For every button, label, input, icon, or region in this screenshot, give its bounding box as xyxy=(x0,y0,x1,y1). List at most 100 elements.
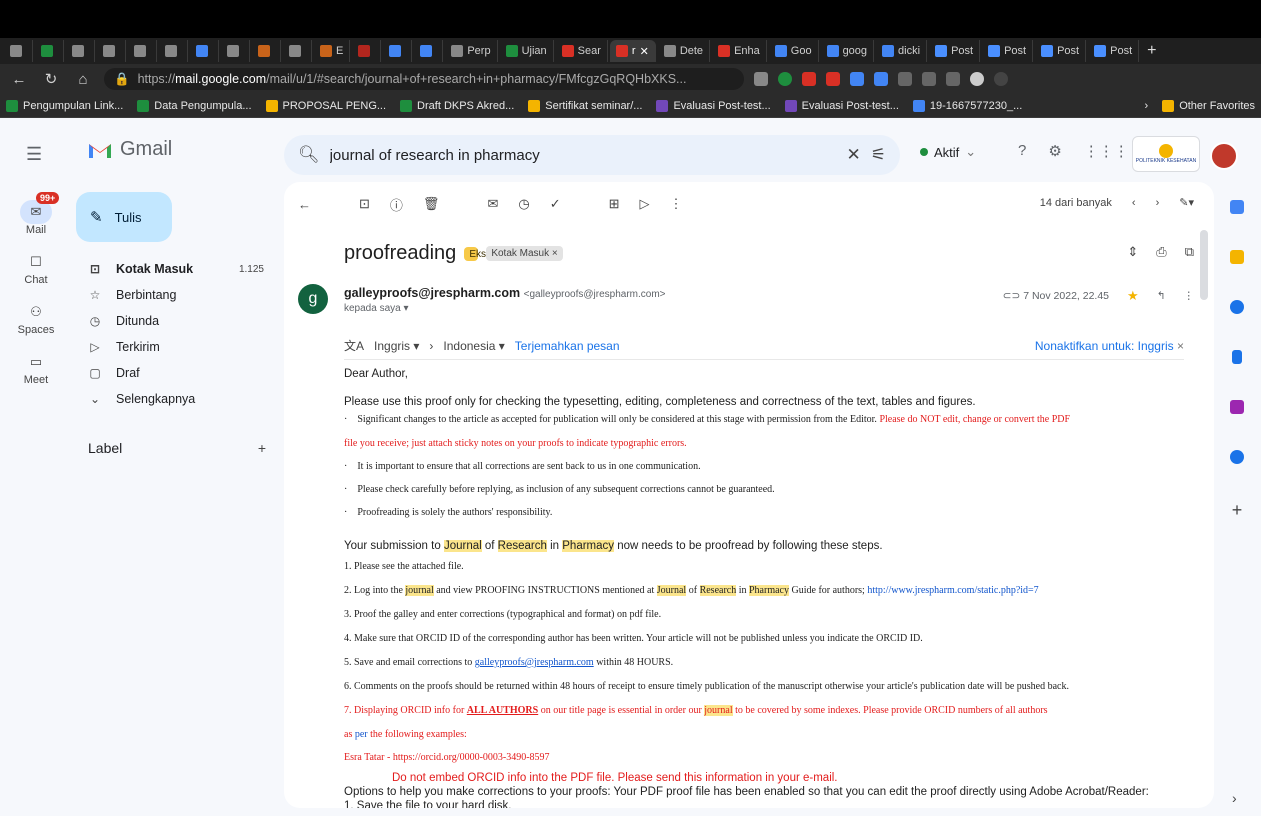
rail-item-meet[interactable]: ▭ Meet xyxy=(0,350,72,386)
open-new-window-icon[interactable]: ⧉ xyxy=(1185,244,1194,260)
bookmark-item[interactable]: Sertifikat seminar/... xyxy=(528,99,642,112)
tasks-icon[interactable] xyxy=(1230,300,1244,314)
search-bar[interactable]: 🔍︎ ✕ ⚟ xyxy=(284,135,900,175)
print-icon[interactable]: ⎙ xyxy=(1156,244,1166,260)
browser-tab[interactable] xyxy=(221,40,250,62)
clear-search-icon[interactable]: ✕ xyxy=(847,145,861,165)
disable-translation-link[interactable]: Nonaktifkan untuk: Inggris xyxy=(1035,339,1174,353)
search-icon[interactable]: 🔍︎ xyxy=(298,145,320,165)
galleyproofs-email-link[interactable]: galleyproofs@jrespharm.com xyxy=(475,657,594,668)
target-language-select[interactable]: Indonesia ▾ xyxy=(443,339,504,353)
bookmarks-overflow-icon[interactable]: › xyxy=(1145,100,1149,112)
nav-item[interactable]: ⊡ Kotak Masuk 1.125 xyxy=(76,256,276,282)
extension-icon[interactable] xyxy=(850,72,864,86)
message-more-icon[interactable]: ⋮ xyxy=(1184,290,1195,302)
browser-tab[interactable] xyxy=(190,40,219,62)
rail-item-chat[interactable]: ☐ Chat xyxy=(0,250,72,286)
browser-tab[interactable]: Post xyxy=(1035,40,1087,62)
bookmark-item[interactable]: Draft DKPS Akred... xyxy=(400,99,514,112)
extension-icon[interactable] xyxy=(946,72,960,86)
snooze-icon[interactable]: ◷ xyxy=(518,196,529,212)
sender-name[interactable]: galleyproofs@jrespharm.com xyxy=(344,286,520,300)
scrollbar-thumb[interactable] xyxy=(1200,230,1208,300)
recipient-dropdown[interactable]: kepada saya ▾ xyxy=(344,303,666,314)
expand-side-panel-icon[interactable]: › xyxy=(1232,790,1237,806)
browser-tab[interactable]: Enha xyxy=(712,40,767,62)
input-tools-icon[interactable]: ✎▾ xyxy=(1179,196,1194,209)
camera-icon[interactable] xyxy=(754,72,768,86)
extension-icon[interactable] xyxy=(802,72,816,86)
bookmark-item[interactable]: Evaluasi Post-test... xyxy=(656,99,771,112)
extension-icon[interactable] xyxy=(898,72,912,86)
add-task-icon[interactable]: ✓ xyxy=(550,196,561,212)
translate-message-link[interactable]: Terjemahkan pesan xyxy=(515,339,620,353)
browser-tab[interactable] xyxy=(252,40,281,62)
report-spam-icon[interactable]: ⓘ xyxy=(390,195,403,214)
nav-item[interactable]: ⌄ Selengkapnya xyxy=(76,386,276,412)
browser-tab[interactable] xyxy=(4,40,33,62)
bookmark-item[interactable]: Evaluasi Post-test... xyxy=(784,99,899,112)
browser-tab[interactable] xyxy=(97,40,126,62)
browser-tab[interactable] xyxy=(352,40,382,62)
nav-item[interactable]: ▢ Draf xyxy=(76,360,276,386)
browser-tab[interactable] xyxy=(66,40,95,62)
reply-icon[interactable]: ↰ xyxy=(1157,290,1166,302)
label-icon[interactable]: ▷ xyxy=(640,196,650,212)
addon-icon[interactable] xyxy=(1230,450,1244,464)
get-addons-icon[interactable]: + xyxy=(1232,500,1243,521)
bookmark-item[interactable]: Data Pengumpula... xyxy=(137,99,252,112)
apps-grid-icon[interactable]: ⋮⋮⋮ xyxy=(1084,142,1129,160)
archive-icon[interactable]: ⊡ xyxy=(359,196,370,212)
move-to-icon[interactable]: ⊞ xyxy=(609,196,620,212)
more-icon[interactable] xyxy=(994,72,1008,86)
back-icon[interactable]: ← xyxy=(8,71,30,88)
extension-icon[interactable] xyxy=(826,72,840,86)
nav-item[interactable]: ◷ Ditunda xyxy=(76,308,276,334)
newer-icon[interactable]: ‹ xyxy=(1132,197,1136,209)
reload-icon[interactable]: ↻ xyxy=(40,70,62,88)
browser-tab[interactable] xyxy=(283,40,312,62)
nav-item[interactable]: ☆ Berbintang xyxy=(76,282,276,308)
browser-tab[interactable] xyxy=(35,40,64,62)
url-field[interactable]: 🔒 https://mail.google.com/mail/u/1/#sear… xyxy=(104,68,744,90)
keep-icon[interactable] xyxy=(1230,250,1244,264)
new-tab-icon[interactable]: + xyxy=(1147,42,1156,60)
nav-item[interactable]: ▷ Terkirim xyxy=(76,334,276,360)
rail-item-spaces[interactable]: ⚇ Spaces xyxy=(0,300,72,336)
browser-tab[interactable] xyxy=(383,40,413,62)
tab-strip[interactable]: E Perp Ujian Sear r ✕ Dete Enha Goo goog dicki Post… xyxy=(0,38,1261,64)
inbox-label-chip[interactable]: Kotak Masuk × xyxy=(486,246,563,261)
add-label-icon[interactable]: + xyxy=(258,440,266,456)
calendar-icon[interactable] xyxy=(1230,200,1244,214)
mark-unread-icon[interactable]: ✉ xyxy=(487,196,498,212)
close-tab-icon[interactable]: ✕ xyxy=(640,45,649,58)
browser-tab[interactable]: Ujian xyxy=(500,40,554,62)
browser-tab[interactable]: Perp xyxy=(445,40,498,62)
menu-icon[interactable]: ☰ xyxy=(26,144,42,165)
guide-link[interactable]: http://www.jrespharm.com/static.php?id=7 xyxy=(867,585,1038,596)
browser-tab[interactable] xyxy=(159,40,188,62)
bing-icon[interactable] xyxy=(874,72,888,86)
profile-icon[interactable] xyxy=(970,72,984,86)
browser-tab[interactable]: Post xyxy=(929,40,981,62)
source-language-select[interactable]: Inggris ▾ xyxy=(374,339,419,353)
bookmark-item[interactable]: PROPOSAL PENG... xyxy=(265,99,386,112)
browser-tab[interactable]: r ✕ xyxy=(609,40,656,62)
extension-icon[interactable] xyxy=(778,72,792,86)
browser-tab[interactable] xyxy=(128,40,157,62)
search-input[interactable] xyxy=(329,146,837,164)
browser-tab[interactable]: Post xyxy=(982,40,1034,62)
rail-item-mail[interactable]: ✉ 99+ Mail xyxy=(0,192,72,236)
search-options-icon[interactable]: ⚟ xyxy=(871,145,886,165)
addon-icon[interactable] xyxy=(1230,400,1244,414)
star-icon[interactable]: ★ xyxy=(1127,288,1139,304)
browser-tab[interactable]: E xyxy=(314,40,351,62)
contacts-icon[interactable] xyxy=(1232,350,1242,364)
browser-tab[interactable] xyxy=(414,40,444,62)
settings-gear-icon[interactable]: ⚙ xyxy=(1048,142,1061,160)
back-to-list-icon[interactable]: ← xyxy=(298,197,311,212)
older-icon[interactable]: › xyxy=(1156,197,1160,209)
browser-tab[interactable]: goog xyxy=(821,40,875,62)
help-icon[interactable]: ? xyxy=(1018,142,1026,160)
organization-logo[interactable]: POLITEKNIK KESEHATAN xyxy=(1132,136,1200,172)
